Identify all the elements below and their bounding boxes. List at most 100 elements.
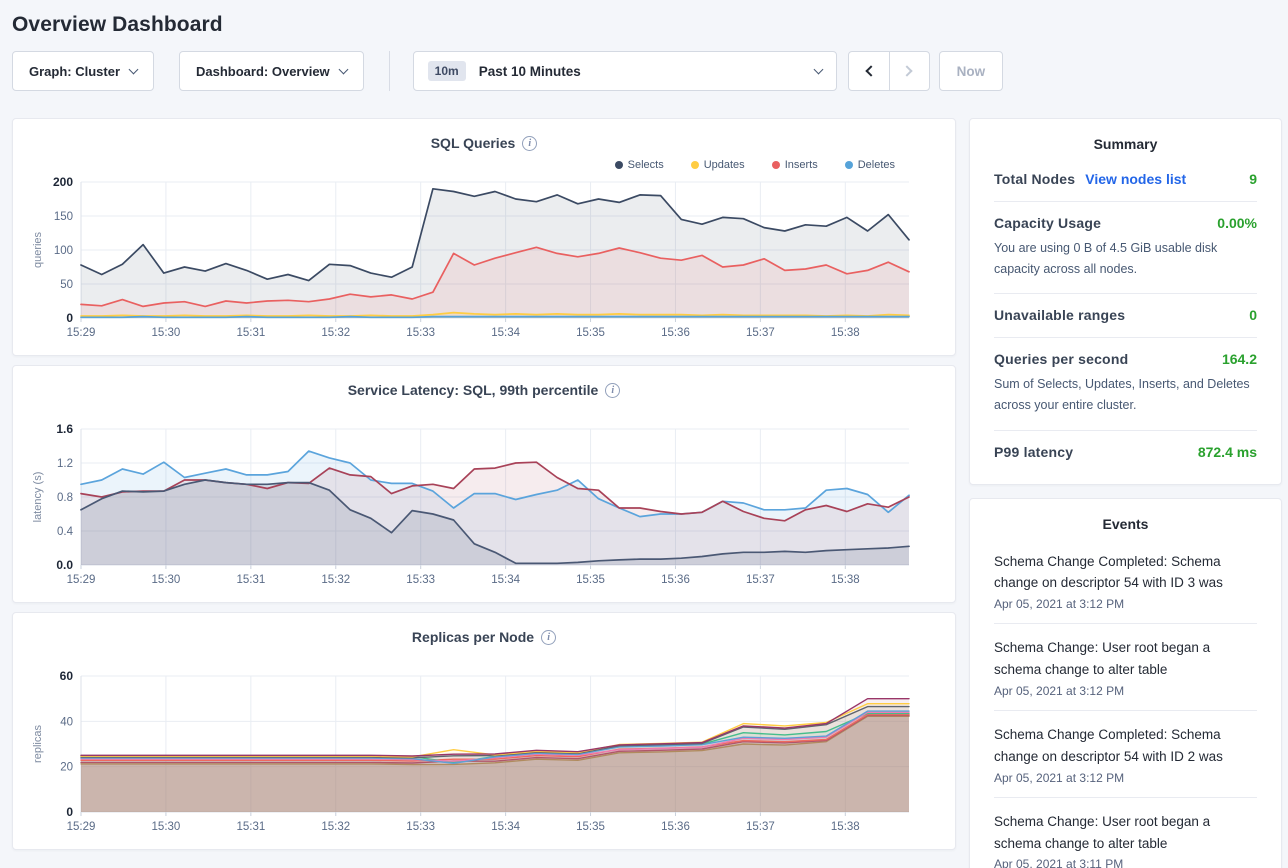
legend-label: Selects bbox=[628, 159, 664, 171]
y-axis-unit-label: replicas bbox=[32, 725, 44, 763]
info-icon[interactable]: i bbox=[541, 630, 556, 645]
y-tick-label: 50 bbox=[60, 279, 73, 291]
info-icon[interactable]: i bbox=[522, 136, 537, 151]
summary-item-desc: Sum of Selects, Updates, Inserts, and De… bbox=[994, 374, 1257, 415]
legend-item-inserts: Inserts bbox=[772, 158, 818, 171]
summary-item-value: 9 bbox=[1249, 171, 1257, 187]
x-tick-label: 15:37 bbox=[746, 327, 775, 339]
charts-column: SQL Queries i Selects Updates Inserts Delet… bbox=[12, 118, 956, 850]
chevron-down-icon bbox=[129, 64, 139, 74]
summary-title: Summary bbox=[994, 119, 1257, 158]
chart-title-row: Service Latency: SQL, 99th percentile i bbox=[27, 366, 941, 398]
y-tick-label: 0.4 bbox=[57, 526, 74, 538]
y-tick-label: 1.2 bbox=[57, 458, 73, 470]
time-pager bbox=[848, 51, 930, 91]
sql-queries-chart[interactable]: 15:2915:3015:3115:3215:3315:3415:3515:36… bbox=[27, 174, 941, 344]
content: SQL Queries i Selects Updates Inserts Delet… bbox=[12, 118, 1282, 868]
sql-queries-card: SQL Queries i Selects Updates Inserts Delet… bbox=[12, 118, 956, 356]
summary-item-row: P99 latency872.4 ms bbox=[994, 444, 1257, 460]
chart-title: Replicas per Node bbox=[412, 629, 534, 645]
summary-item-row: Queries per second 164.2 bbox=[994, 351, 1257, 367]
x-tick-label: 15:38 bbox=[831, 821, 860, 833]
legend-dot bbox=[615, 161, 623, 169]
summary-item-desc: You are using 0 B of 4.5 GiB usable disk… bbox=[994, 238, 1257, 279]
legend-label: Deletes bbox=[858, 159, 895, 171]
x-tick-label: 15:33 bbox=[406, 327, 435, 339]
legend-item-updates: Updates bbox=[691, 158, 745, 171]
summary-item-label: Unavailable ranges bbox=[994, 307, 1125, 323]
x-tick-label: 15:30 bbox=[152, 327, 181, 339]
graph-dropdown-label: Graph: Cluster bbox=[29, 64, 120, 79]
time-range-badge: 10m bbox=[428, 61, 466, 81]
time-range-picker[interactable]: 10m Past 10 Minutes bbox=[413, 51, 837, 91]
y-axis-unit-label: queries bbox=[32, 231, 44, 268]
series-line-deletes bbox=[81, 317, 909, 318]
dashboard-dropdown-label: Dashboard: Overview bbox=[196, 64, 330, 79]
y-tick-label: 0 bbox=[66, 311, 73, 325]
events-panel: Events Schema Change Completed: Schema c… bbox=[969, 498, 1282, 868]
summary-item-value: 164.2 bbox=[1222, 351, 1257, 367]
event-timestamp: Apr 05, 2021 at 3:11 PM bbox=[994, 857, 1257, 868]
summary-items: Total Nodes View nodes list 9 Capacity Usag… bbox=[994, 158, 1257, 474]
chart-title: SQL Queries bbox=[431, 135, 516, 151]
sql-queries-legend: Selects Updates Inserts Deletes bbox=[27, 158, 895, 171]
legend-item-deletes: Deletes bbox=[845, 158, 895, 171]
event-item-1: Schema Change: User root began a schema … bbox=[994, 624, 1257, 711]
summary-item-value: 0 bbox=[1249, 307, 1257, 323]
event-item-2: Schema Change Completed: Schema change o… bbox=[994, 711, 1257, 798]
event-message: Schema Change: User root began a schema … bbox=[994, 811, 1257, 855]
chart-title-row: SQL Queries i bbox=[27, 119, 941, 151]
replicas-per-node-chart[interactable]: 15:2915:3015:3115:3215:3315:3415:3515:36… bbox=[27, 668, 941, 838]
event-timestamp: Apr 05, 2021 at 3:12 PM bbox=[994, 597, 1257, 611]
view-nodes-list-link[interactable]: View nodes list bbox=[1085, 171, 1186, 187]
chevron-right-icon bbox=[902, 65, 913, 76]
x-tick-label: 15:32 bbox=[321, 327, 350, 339]
x-tick-label: 15:38 bbox=[831, 574, 860, 586]
x-tick-label: 15:34 bbox=[491, 574, 520, 586]
x-tick-label: 15:35 bbox=[576, 821, 605, 833]
event-message: Schema Change Completed: Schema change o… bbox=[994, 724, 1257, 768]
now-button[interactable]: Now bbox=[939, 51, 1004, 91]
chevron-down-icon bbox=[338, 64, 348, 74]
y-tick-label: 60 bbox=[60, 669, 74, 683]
replicas-per-node-card: Replicas per Node i 15:2915:3015:3115:32… bbox=[12, 612, 956, 850]
next-time-button[interactable] bbox=[889, 52, 929, 90]
x-tick-label: 15:37 bbox=[746, 821, 775, 833]
summary-item-label: Capacity Usage bbox=[994, 215, 1101, 231]
summary-item-1: Capacity Usage 0.00% You are using 0 B of … bbox=[994, 202, 1257, 294]
x-tick-label: 15:31 bbox=[236, 821, 265, 833]
page-title: Overview Dashboard bbox=[12, 0, 1282, 51]
x-tick-label: 15:29 bbox=[67, 327, 96, 339]
x-tick-label: 15:33 bbox=[406, 821, 435, 833]
x-tick-label: 15:31 bbox=[236, 574, 265, 586]
event-item-0: Schema Change Completed: Schema change o… bbox=[994, 538, 1257, 625]
summary-item-2: Unavailable ranges 0 bbox=[994, 294, 1257, 338]
overview-dashboard-page: Overview Dashboard Graph: Cluster Dashbo… bbox=[0, 0, 1288, 868]
legend-label: Inserts bbox=[785, 159, 818, 171]
legend-dot bbox=[691, 161, 699, 169]
prev-time-button[interactable] bbox=[849, 52, 889, 90]
summary-item-row: Total Nodes View nodes list 9 bbox=[994, 171, 1257, 187]
legend-dot bbox=[845, 161, 853, 169]
legend-item-selects: Selects bbox=[615, 158, 664, 171]
summary-item-label: Total Nodes bbox=[994, 171, 1075, 187]
graph-dropdown[interactable]: Graph: Cluster bbox=[12, 51, 154, 91]
chevron-down-icon bbox=[813, 64, 823, 74]
event-timestamp: Apr 05, 2021 at 3:12 PM bbox=[994, 771, 1257, 785]
summary-item-value: 0.00% bbox=[1217, 215, 1257, 231]
summary-item-3: Queries per second 164.2 Sum of Selects, U… bbox=[994, 338, 1257, 430]
info-icon[interactable]: i bbox=[605, 383, 620, 398]
y-tick-label: 20 bbox=[60, 762, 73, 774]
event-message: Schema Change: User root began a schema … bbox=[994, 637, 1257, 681]
x-tick-label: 15:32 bbox=[321, 821, 350, 833]
x-tick-label: 15:29 bbox=[67, 574, 96, 586]
chart-title: Service Latency: SQL, 99th percentile bbox=[348, 382, 599, 398]
summary-item-0: Total Nodes View nodes list 9 bbox=[994, 158, 1257, 202]
dashboard-dropdown[interactable]: Dashboard: Overview bbox=[179, 51, 364, 91]
service-latency-chart[interactable]: 15:2915:3015:3115:3215:3315:3415:3515:36… bbox=[27, 421, 941, 591]
x-tick-label: 15:30 bbox=[152, 821, 181, 833]
summary-item-row: Capacity Usage 0.00% bbox=[994, 215, 1257, 231]
y-tick-label: 100 bbox=[54, 245, 73, 257]
x-tick-label: 15:38 bbox=[831, 327, 860, 339]
summary-item-label: Queries per second bbox=[994, 351, 1128, 367]
